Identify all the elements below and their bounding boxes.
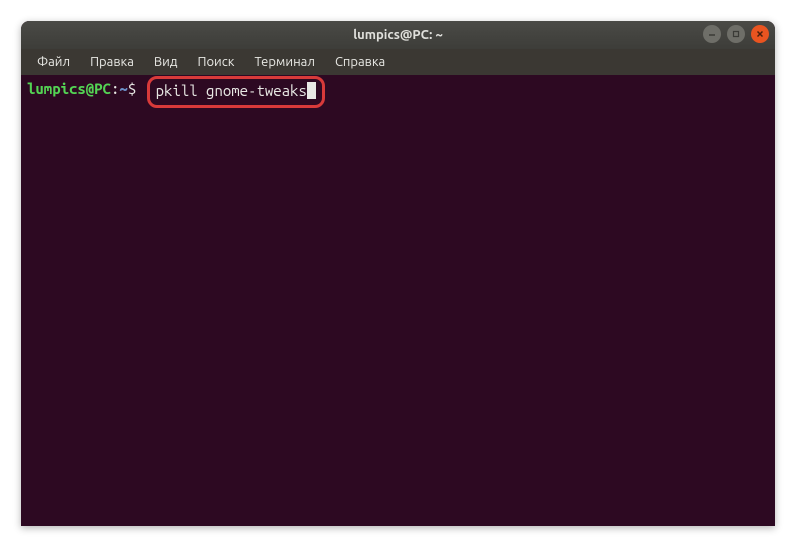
cursor-icon xyxy=(307,82,316,99)
window-titlebar[interactable]: lumpics@PC: ~ xyxy=(21,21,775,49)
prompt-colon: : xyxy=(111,79,119,111)
menu-help[interactable]: Справка xyxy=(327,52,393,72)
window-title: lumpics@PC: ~ xyxy=(353,28,443,42)
prompt-line: lumpics@PC:~$ pkill gnome-tweaks xyxy=(27,79,769,111)
menu-terminal[interactable]: Терминал xyxy=(246,52,322,72)
minimize-button[interactable] xyxy=(703,25,721,43)
menu-view[interactable]: Вид xyxy=(146,52,186,72)
menubar: Файл Правка Вид Поиск Терминал Справка xyxy=(21,49,775,75)
window-controls xyxy=(703,25,769,43)
terminal-window: lumpics@PC: ~ Файл Правка Вид Поиск Терм… xyxy=(21,21,775,526)
maximize-button[interactable] xyxy=(727,25,745,43)
prompt-dollar: $ xyxy=(128,79,136,111)
command-highlight-box: pkill gnome-tweaks xyxy=(147,76,325,108)
menu-search[interactable]: Поиск xyxy=(189,52,242,72)
menu-edit[interactable]: Правка xyxy=(82,52,142,72)
menu-file[interactable]: Файл xyxy=(29,52,78,72)
command-text: pkill gnome-tweaks xyxy=(156,82,307,99)
prompt-user: lumpics@PC xyxy=(27,79,111,111)
prompt-path: ~ xyxy=(119,79,127,111)
close-button[interactable] xyxy=(751,25,769,43)
terminal-body[interactable]: lumpics@PC:~$ pkill gnome-tweaks xyxy=(21,75,775,526)
